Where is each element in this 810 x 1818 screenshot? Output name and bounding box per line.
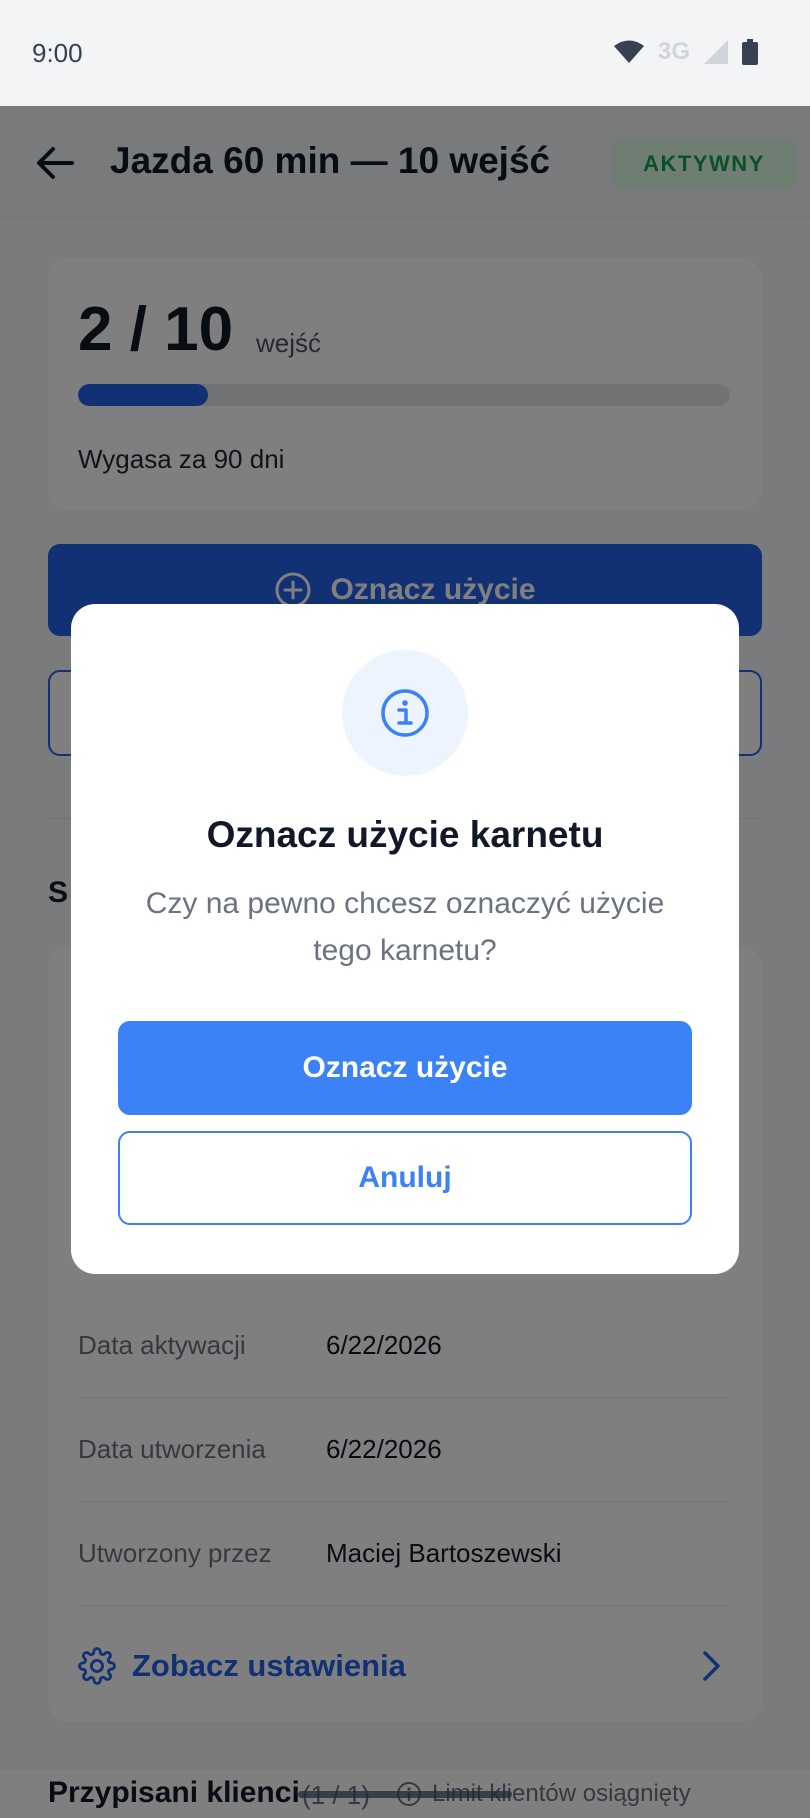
cell-signal-icon [704, 40, 728, 64]
info-icon [381, 689, 429, 737]
confirm-dialog: Oznacz użycie karnetu Czy na pewno chces… [71, 604, 739, 1274]
dialog-message: Czy na pewno chcesz oznaczyć użycie tego… [145, 887, 665, 967]
status-time: 9:00 [32, 38, 83, 68]
gesture-nav-handle[interactable] [298, 1791, 512, 1798]
dialog-confirm-button[interactable]: Oznacz użycie [118, 1021, 692, 1115]
battery-icon [742, 39, 758, 65]
dialog-title: Oznacz użycie karnetu [206, 814, 604, 855]
status-bar: 9:00 3G [0, 0, 810, 106]
status-icons: 3G [613, 38, 758, 66]
wifi-icon [613, 40, 644, 63]
dialog-icon-container [342, 650, 468, 776]
network-type: 3G [657, 38, 690, 65]
dialog-cancel-button[interactable]: Anuluj [118, 1131, 692, 1225]
